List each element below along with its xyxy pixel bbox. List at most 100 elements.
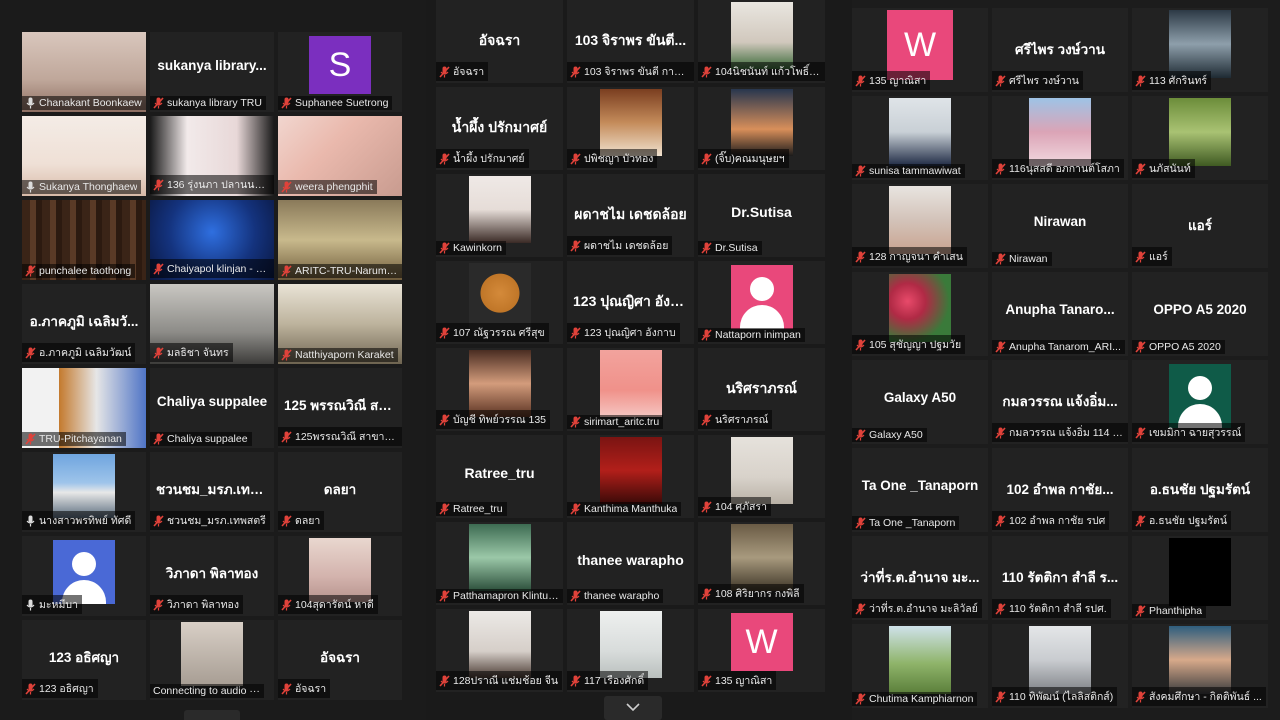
participant-tile[interactable]: Chutima Kamphiarnon	[852, 624, 988, 708]
participant-tile[interactable]: อ.ธนชัย ปฐมรัตน์ อ.ธนชัย ปฐมรัตน์	[1132, 448, 1268, 532]
participant-name-label: sunisa tammawiwat	[852, 164, 965, 178]
participant-tile[interactable]: 125 พรรณวิณี สา... 125พรรณวิณี สาขาวิทย..…	[278, 368, 402, 448]
participant-tile[interactable]: 123 อธิศญา 123 อธิศญา	[22, 620, 146, 700]
video-grid: Chanakant Boonkaew sukanya library... suka…	[22, 32, 402, 700]
participant-tile[interactable]: 104 ศุภัสรา	[698, 435, 825, 518]
participant-tile[interactable]: มะหมีบา	[22, 536, 146, 616]
participant-tile[interactable]: อัจฉรา อัจฉรา	[436, 0, 563, 83]
participant-tile[interactable]: 103 จิราพร ขันตี... 103 จิราพร ขันตี การบ…	[567, 0, 694, 83]
participant-tile[interactable]: TRU-Pitchayanan	[22, 368, 146, 448]
participant-tile[interactable]: Nattaporn inimpan	[698, 261, 825, 344]
participant-name-label: Sukanya Thonghaew	[22, 180, 142, 194]
participant-tile[interactable]: 136 รุ่งนภา ปลานนา มร...	[150, 116, 274, 196]
participant-tile[interactable]: นางสาวพรทิพย์ ทัศดี	[22, 452, 146, 532]
profile-picture	[53, 454, 115, 518]
participant-tile[interactable]: ว่าที่ร.ต.อำนาจ มะ... ว่าที่ร.ต.อำนาจ มะล…	[852, 536, 988, 620]
participant-name-label: Nattaporn inimpan	[698, 328, 805, 342]
participant-name-label: Kawinkorn	[436, 241, 507, 255]
mic-muted-icon	[153, 514, 164, 527]
participant-tile[interactable]: อัจฉรา อัจฉรา	[278, 620, 402, 700]
participant-tile[interactable]: นภัสนันท์	[1132, 96, 1268, 180]
participant-tile[interactable]: thanee warapho thanee warapho	[567, 522, 694, 605]
participant-tile[interactable]: OPPO A5 2020 OPPO A5 2020	[1132, 272, 1268, 356]
participant-name-text: ผดาชไม เดชดล้อย	[584, 240, 669, 252]
participant-tile[interactable]: Natthiyaporn Karaket	[278, 284, 402, 364]
participant-tile[interactable]: น้ำผึ้ง ปรักมาศย์ น้ำผึ้ง ปรักมาศย์	[436, 87, 563, 170]
participant-tile[interactable]: วิภาดา พิลาทอง วิภาดา พิลาทอง	[150, 536, 274, 616]
participant-tile[interactable]: Anupha Tanaro... Anupha Tanarom_ARI...	[992, 272, 1128, 356]
participant-tile[interactable]: sirimart_aritc.tru	[567, 348, 694, 431]
participant-tile[interactable]: sunisa tammawiwat	[852, 96, 988, 180]
participant-tile[interactable]: ศรีไพร วงษ์วาน ศรีไพร วงษ์วาน	[992, 8, 1128, 92]
participant-tile[interactable]: Galaxy A50 Galaxy A50	[852, 360, 988, 444]
participant-tile[interactable]: เขมมิกา ฉายสุวรรณ์	[1132, 360, 1268, 444]
participant-name-text: 110 ทิพัฒน์ (ไลลิสติกส์)	[1009, 691, 1114, 703]
participant-tile[interactable]: punchalee taothong	[22, 200, 146, 280]
page-down-button[interactable]	[604, 696, 662, 720]
participant-tile[interactable]: Connecting to audio ···	[150, 620, 274, 700]
mic-icon	[25, 515, 36, 527]
participant-name-text: 123 ปุณญิศา อังกาบ	[584, 327, 676, 339]
participant-tile[interactable]: 123 ปุณญิศา อังกาบ 123 ปุณญิศา อังกาบ	[567, 261, 694, 344]
participant-tile[interactable]: Chaliya suppalee Chaliya suppalee	[150, 368, 274, 448]
participant-tile[interactable]: ดลยา ดลยา	[278, 452, 402, 532]
mic-muted-icon	[855, 165, 866, 177]
participant-name-label: 110 ทิพัฒน์ (ไลลิสติกส์)	[992, 687, 1118, 706]
participant-tile[interactable]: Sukanya Thonghaew	[22, 116, 146, 196]
participant-tile[interactable]: weera phengphit	[278, 116, 402, 196]
participant-tile[interactable]: 113 ศักรินทร์	[1132, 8, 1268, 92]
participant-tile[interactable]: แอร์ แอร์	[1132, 184, 1268, 268]
participant-tile[interactable]: บัญชี ทิพย์วรรณ 135	[436, 348, 563, 431]
participant-tile[interactable]: มลธิชา จันทร	[150, 284, 274, 364]
participant-name-label: Natthiyaporn Karaket	[278, 348, 398, 362]
participant-tile[interactable]: 117 เรืองศักดิ์	[567, 609, 694, 692]
participant-name-label: ปพิชญา บัวทอง	[567, 149, 658, 168]
participant-tile[interactable]: 128ปราณี แช่มช้อย จีน	[436, 609, 563, 692]
participant-tile[interactable]: Patthamapron Klintue...	[436, 522, 563, 605]
participant-tile[interactable]: W 135 ญาณิสา	[852, 8, 988, 92]
participant-tile[interactable]: S Suphanee Suetrong	[278, 32, 402, 112]
participant-tile[interactable]: Ta One _Tanaporn Ta One _Tanaporn	[852, 448, 988, 532]
participant-tile[interactable]: ปพิชญา บัวทอง	[567, 87, 694, 170]
participant-tile[interactable]: ผดาชไม เดชดล้อย ผดาชไม เดชดล้อย	[567, 174, 694, 257]
participant-tile[interactable]: สังคมศึกษา - กิตติพันธ์ ...	[1132, 624, 1268, 708]
participant-name-text: Chaiyapol klinjan - มร...	[167, 263, 270, 275]
participant-tile[interactable]: Kanthima Manthuka	[567, 435, 694, 518]
participant-tile[interactable]: Nirawan Nirawan	[992, 184, 1128, 268]
profile-picture	[889, 98, 951, 166]
participant-tile[interactable]: sukanya library... sukanya library TRU	[150, 32, 274, 112]
participant-tile[interactable]: ชวนชม_มรภ.เทพ... ชวนชม_มรภ.เทพสตรี	[150, 452, 274, 532]
participant-tile[interactable]: 108 ศิริยากร กงพิลี	[698, 522, 825, 605]
participant-tile[interactable]: 105 สุชัญญา ปฐมวัย	[852, 272, 988, 356]
participant-tile[interactable]: 110 รัตติกา สำลี ร... 110 รัตติกา สำลี รป…	[992, 536, 1128, 620]
participant-tile[interactable]: Chaiyapol klinjan - มร...	[150, 200, 274, 280]
mic-muted-icon	[570, 590, 581, 602]
participant-tile[interactable]: 107 ณัฐวรรณ ศรีสุข	[436, 261, 563, 344]
participant-tile[interactable]: 102 อำพล กาชัย... 102 อำพล กาชัย รปศ	[992, 448, 1128, 532]
participant-name-label: ARITC-TRU-Narumon	[278, 264, 402, 278]
participant-name-text: 123 อธิศญา	[39, 683, 94, 695]
participant-tile[interactable]: 104สุดารัตน์ หาดี	[278, 536, 402, 616]
participant-tile[interactable]: Phanthipha	[1132, 536, 1268, 620]
participant-tile[interactable]: กมลวรรณ แจ้งอิ่ม... กมลวรรณ แจ้งอิ่ม 114 …	[992, 360, 1128, 444]
page-down-button[interactable]	[184, 710, 240, 720]
participant-name-label: 105 สุชัญญา ปฐมวัย	[852, 335, 966, 354]
participant-name-text: Ratree_tru	[453, 503, 503, 515]
participant-tile[interactable]: Chanakant Boonkaew	[22, 32, 146, 112]
participant-tile[interactable]: W 135 ญาณิสา	[698, 609, 825, 692]
participant-name-label: ว่าที่ร.ต.อำนาจ มะลิวัลย์	[852, 599, 982, 618]
participant-tile[interactable]: อ.ภาคภูมิ เฉลิมวั... อ.ภาคภูมิ เฉลิมวัฒน์	[22, 284, 146, 364]
participant-tile[interactable]: Dr.Sutisa Dr.Sutisa	[698, 174, 825, 257]
participant-tile[interactable]: 116นุสสดี อภกานต์โสภา	[992, 96, 1128, 180]
participant-name-text: sunisa tammawiwat	[869, 165, 961, 177]
participant-tile[interactable]: 110 ทิพัฒน์ (ไลลิสติกส์)	[992, 624, 1128, 708]
participant-name-text: 128 กาญจนา คำเสน	[869, 251, 963, 263]
participant-tile[interactable]: 128 กาญจนา คำเสน	[852, 184, 988, 268]
participant-tile[interactable]: Kawinkorn	[436, 174, 563, 257]
participant-tile[interactable]: นริศราภรณ์ นริศราภรณ์	[698, 348, 825, 431]
mic-muted-icon	[439, 152, 450, 165]
participant-tile[interactable]: (จิ๊บ)คณมนุษยฯ	[698, 87, 825, 170]
participant-tile[interactable]: Ratree_tru Ratree_tru	[436, 435, 563, 518]
participant-tile[interactable]: 104นิชนันท์ แก้วโพธิ์ทอง	[698, 0, 825, 83]
participant-tile[interactable]: ARITC-TRU-Narumon	[278, 200, 402, 280]
